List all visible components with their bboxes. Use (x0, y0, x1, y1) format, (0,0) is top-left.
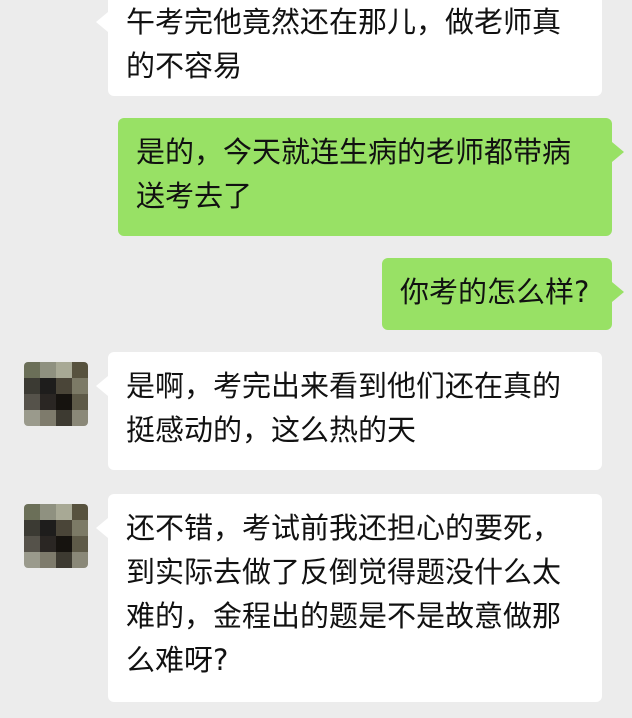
contact-avatar[interactable] (24, 362, 88, 426)
message-text: 午考完他竟然还在那儿，做老师真的不容易 (126, 5, 562, 83)
message-text: 是啊，考完出来看到他们还在真的挺感动的，这么热的天 (126, 369, 562, 447)
message-text: 你考的怎么样? (400, 275, 590, 309)
message-bubble-incoming[interactable]: 是啊，考完出来看到他们还在真的挺感动的，这么热的天 (96, 352, 602, 470)
message-bubble-outgoing[interactable]: 是的，今天就连生病的老师都带病送考去了 (118, 118, 624, 236)
message-text: 是的，今天就连生病的老师都带病送考去了 (136, 135, 572, 213)
message-text: 还不错，考试前我还担心的要死，到实际去做了反倒觉得题没什么太难的，金程出的题是不… (126, 511, 562, 677)
message-bubble-incoming[interactable]: 还不错，考试前我还担心的要死，到实际去做了反倒觉得题没什么太难的，金程出的题是不… (96, 494, 602, 702)
message-bubble-outgoing[interactable]: 你考的怎么样? (382, 258, 624, 330)
contact-avatar[interactable] (24, 504, 88, 568)
message-bubble-incoming[interactable]: 午考完他竟然还在那儿，做老师真的不容易 (96, 0, 602, 96)
